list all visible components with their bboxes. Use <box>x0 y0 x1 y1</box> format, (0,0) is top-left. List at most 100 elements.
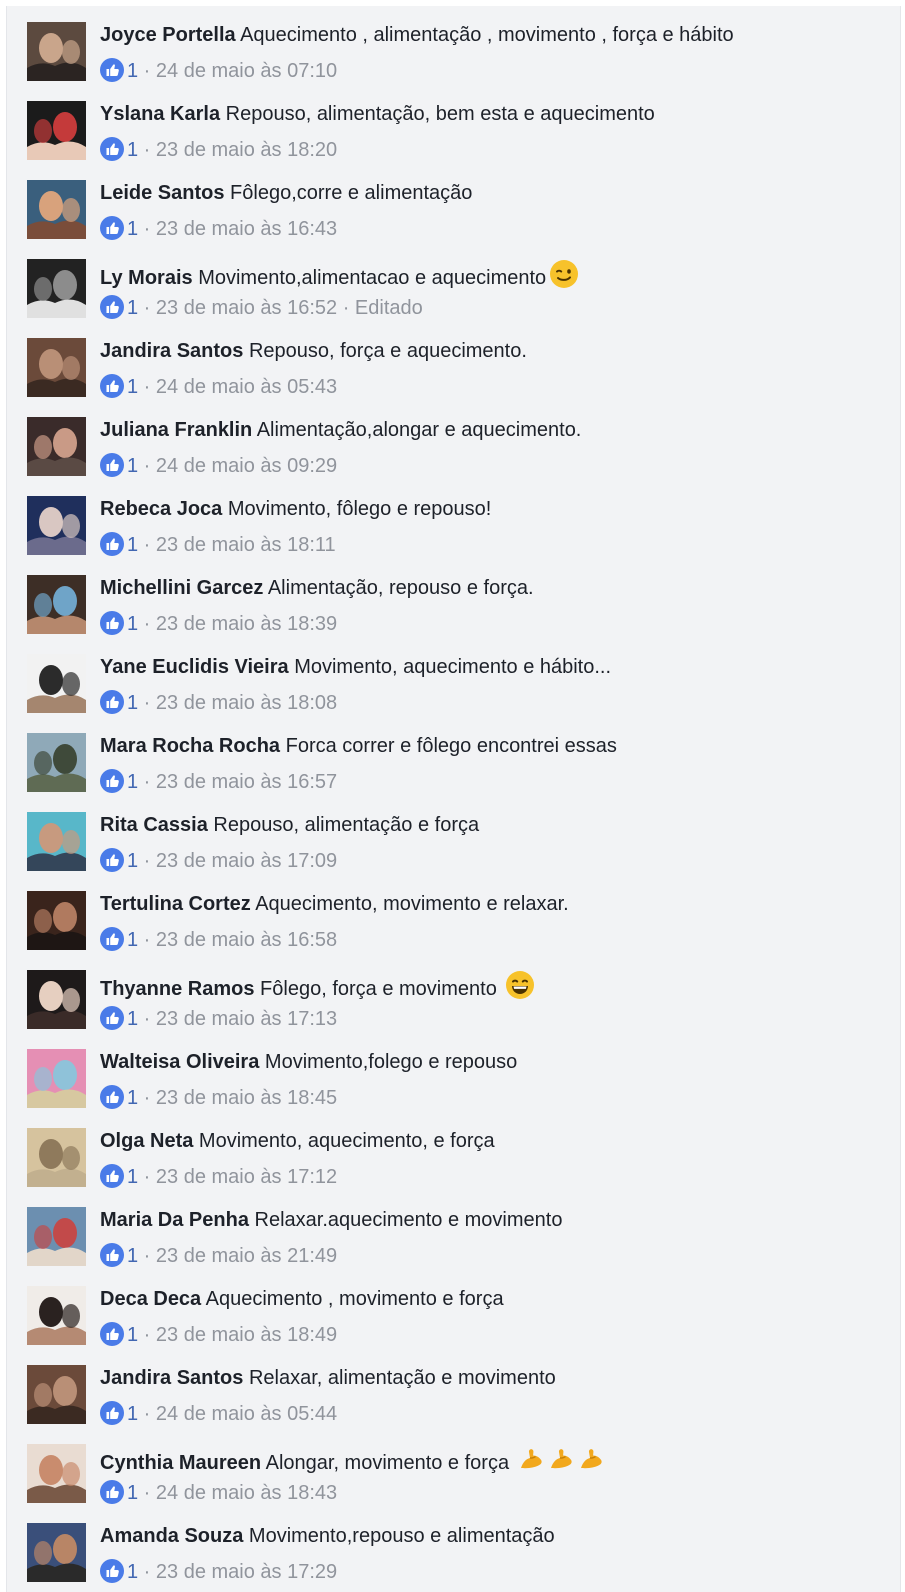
comment-author-link[interactable]: Thyanne Ramos <box>100 978 254 1000</box>
avatar[interactable] <box>27 1049 86 1108</box>
comment-author-link[interactable]: Rebeca Joca <box>100 498 222 520</box>
thumbs-up-icon[interactable] <box>100 769 124 793</box>
comment-timestamp[interactable]: 23 de maio às 17:09 <box>156 850 337 872</box>
like-count[interactable]: 1 <box>127 1166 138 1188</box>
thumbs-up-icon[interactable] <box>100 453 124 477</box>
like-count[interactable]: 1 <box>127 692 138 714</box>
thumbs-up-icon[interactable] <box>100 1401 124 1425</box>
comment-author-link[interactable]: Yslana Karla <box>100 103 220 125</box>
avatar[interactable] <box>27 1128 86 1187</box>
thumbs-up-icon[interactable] <box>100 1480 124 1504</box>
like-count[interactable]: 1 <box>127 376 138 398</box>
comment-timestamp[interactable]: 23 de maio às 17:12 <box>156 1166 337 1188</box>
avatar[interactable] <box>27 1523 86 1582</box>
thumbs-up-icon[interactable] <box>100 927 124 951</box>
like-count[interactable]: 1 <box>127 534 138 556</box>
avatar[interactable] <box>27 575 86 634</box>
comment-author-link[interactable]: Mara Rocha Rocha <box>100 735 280 757</box>
like-count[interactable]: 1 <box>127 1482 138 1504</box>
comment-author-link[interactable]: Jandira Santos <box>100 1367 243 1389</box>
avatar[interactable] <box>27 22 86 81</box>
avatar[interactable] <box>27 1286 86 1345</box>
avatar[interactable] <box>27 733 86 792</box>
comment-timestamp[interactable]: 24 de maio às 05:44 <box>156 1403 337 1425</box>
thumbs-up-icon[interactable] <box>100 532 124 556</box>
avatar[interactable] <box>27 970 86 1029</box>
comment-author-link[interactable]: Juliana Franklin <box>100 419 252 441</box>
avatar[interactable] <box>27 1207 86 1266</box>
like-count[interactable]: 1 <box>127 850 138 872</box>
comment-timestamp[interactable]: 23 de maio às 16:43 <box>156 218 337 240</box>
like-count[interactable]: 1 <box>127 771 138 793</box>
comment-author-link[interactable]: Michellini Garcez <box>100 577 263 599</box>
thumbs-up-icon[interactable] <box>100 216 124 240</box>
avatar[interactable] <box>27 891 86 950</box>
comment-timestamp[interactable]: 24 de maio às 05:43 <box>156 376 337 398</box>
thumbs-up-icon[interactable] <box>100 137 124 161</box>
comment-timestamp[interactable]: 23 de maio às 21:49 <box>156 1245 337 1267</box>
thumbs-up-icon[interactable] <box>100 1164 124 1188</box>
thumbs-up-icon[interactable] <box>100 1006 124 1030</box>
comment-author-link[interactable]: Ly Morais <box>100 267 193 289</box>
thumbs-up-icon[interactable] <box>100 1243 124 1267</box>
like-count[interactable]: 1 <box>127 1324 138 1346</box>
comment-timestamp[interactable]: 23 de maio às 16:58 <box>156 929 337 951</box>
thumbs-up-icon[interactable] <box>100 1559 124 1583</box>
avatar[interactable] <box>27 101 86 160</box>
avatar[interactable] <box>27 812 86 871</box>
thumbs-up-icon[interactable] <box>100 848 124 872</box>
comment-author-link[interactable]: Leide Santos <box>100 182 224 204</box>
comment-timestamp[interactable]: 23 de maio às 16:52 <box>156 297 337 319</box>
like-count[interactable]: 1 <box>127 60 138 82</box>
comment-timestamp[interactable]: 23 de maio às 18:49 <box>156 1324 337 1346</box>
like-count[interactable]: 1 <box>127 1403 138 1425</box>
comment-author-link[interactable]: Walteisa Oliveira <box>100 1051 259 1073</box>
avatar[interactable] <box>27 338 86 397</box>
comment-timestamp[interactable]: 23 de maio às 18:45 <box>156 1087 337 1109</box>
avatar[interactable] <box>27 180 86 239</box>
comment-author-link[interactable]: Maria Da Penha <box>100 1209 249 1231</box>
comment-timestamp[interactable]: 23 de maio às 18:39 <box>156 613 337 635</box>
comment-author-link[interactable]: Rita Cassia <box>100 814 208 836</box>
thumbs-up-icon[interactable] <box>100 58 124 82</box>
comment-timestamp[interactable]: 24 de maio às 09:29 <box>156 455 337 477</box>
like-count[interactable]: 1 <box>127 1087 138 1109</box>
avatar[interactable] <box>27 417 86 476</box>
comment-timestamp[interactable]: 23 de maio às 17:29 <box>156 1561 337 1583</box>
comment-author-link[interactable]: Yane Euclidis Vieira <box>100 656 289 678</box>
thumbs-up-icon[interactable] <box>100 374 124 398</box>
like-count[interactable]: 1 <box>127 1245 138 1267</box>
comment-timestamp[interactable]: 24 de maio às 07:10 <box>156 60 337 82</box>
avatar[interactable] <box>27 259 86 318</box>
comment-author-link[interactable]: Cynthia Maureen <box>100 1452 261 1474</box>
thumbs-up-icon[interactable] <box>100 1085 124 1109</box>
like-count[interactable]: 1 <box>127 297 138 319</box>
comment-timestamp[interactable]: 23 de maio às 18:11 <box>156 534 336 556</box>
like-count[interactable]: 1 <box>127 218 138 240</box>
like-count[interactable]: 1 <box>127 929 138 951</box>
comment-timestamp[interactable]: 23 de maio às 18:20 <box>156 139 337 161</box>
comment-timestamp[interactable]: 24 de maio às 18:43 <box>156 1482 337 1504</box>
avatar[interactable] <box>27 1365 86 1424</box>
comment-timestamp[interactable]: 23 de maio às 16:57 <box>156 771 337 793</box>
comment-author-link[interactable]: Jandira Santos <box>100 340 243 362</box>
comment-timestamp[interactable]: 23 de maio às 18:08 <box>156 692 337 714</box>
comment-author-link[interactable]: Olga Neta <box>100 1130 193 1152</box>
like-count[interactable]: 1 <box>127 1561 138 1583</box>
like-count[interactable]: 1 <box>127 613 138 635</box>
like-count[interactable]: 1 <box>127 455 138 477</box>
comment-author-link[interactable]: Amanda Souza <box>100 1525 243 1547</box>
edited-label[interactable]: · Editado <box>337 297 423 319</box>
thumbs-up-icon[interactable] <box>100 295 124 319</box>
like-count[interactable]: 1 <box>127 1008 138 1030</box>
thumbs-up-icon[interactable] <box>100 690 124 714</box>
like-count[interactable]: 1 <box>127 139 138 161</box>
comment-author-link[interactable]: Tertulina Cortez <box>100 893 251 915</box>
comment-author-link[interactable]: Joyce Portella <box>100 24 236 46</box>
avatar[interactable] <box>27 496 86 555</box>
comment-timestamp[interactable]: 23 de maio às 17:13 <box>156 1008 337 1030</box>
avatar[interactable] <box>27 1444 86 1503</box>
comment-author-link[interactable]: Deca Deca <box>100 1288 201 1310</box>
thumbs-up-icon[interactable] <box>100 1322 124 1346</box>
thumbs-up-icon[interactable] <box>100 611 124 635</box>
